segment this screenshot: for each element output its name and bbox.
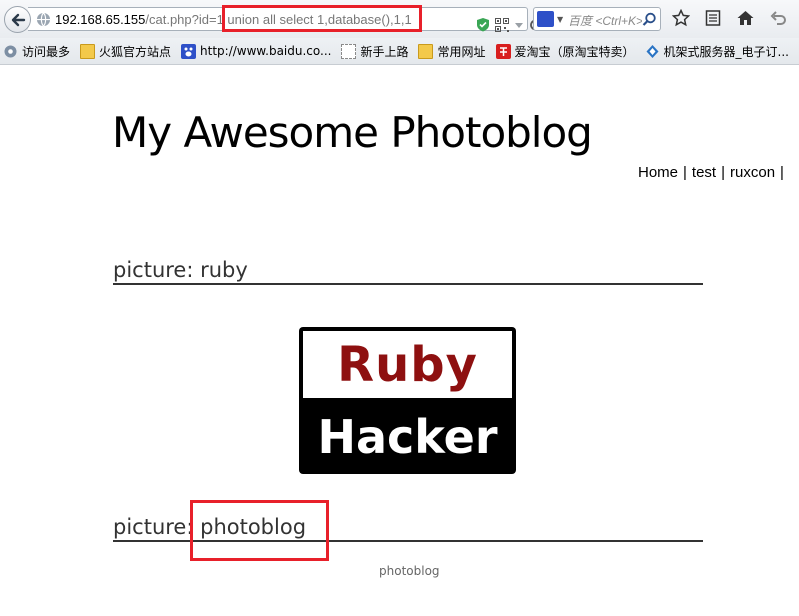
back-arrow-icon [11,13,25,26]
site-menu: Home | test | ruxcon | [638,164,784,181]
bookmark-label: 访问最多 [22,44,71,59]
bookmark-label: 爱淘宝（原淘宝特卖） [514,44,635,59]
menu-separator: | [780,164,784,181]
globe-icon [36,12,51,27]
bookmark-label: 机架式服务器_电子订... [663,44,789,59]
dropdown-arrow-icon[interactable] [514,18,524,32]
bookmark-item[interactable]: 爱淘宝（原淘宝特卖） [495,43,635,60]
menu-separator: | [721,164,726,181]
back-button[interactable] [4,6,31,33]
menu-link-ruxcon[interactable]: ruxcon [730,164,775,181]
reading-list-icon[interactable] [705,9,721,27]
logo-bottom-text: Hacker [317,410,498,464]
bookmark-label: http://www.baidu.co... [200,44,332,58]
picture-title-prefix: picture: [113,515,201,539]
url-text[interactable]: 192.168.65.155/cat.php?id=1 union all se… [55,12,412,27]
bookmark-item[interactable]: 访问最多 [3,43,70,60]
qr-code-icon[interactable] [495,17,509,32]
star-icon[interactable] [672,9,690,27]
folder-icon [80,43,96,59]
bookmark-item[interactable]: 常用网址 [418,43,486,60]
bookmark-item[interactable]: 机架式服务器_电子订... [645,43,789,60]
url-host: 192.168.65.155 [55,12,146,27]
bookmark-label: 火狐官方站点 [99,44,172,59]
url-injection: union all select 1,database(),1,1 [223,12,412,27]
search-bar[interactable]: ▼ 百度 <Ctrl+K> [533,7,661,31]
search-icon[interactable] [642,12,657,27]
menu-separator: | [683,164,687,181]
chevron-down-icon[interactable]: ▼ [557,15,563,24]
undo-icon[interactable] [770,9,788,27]
picture-title-value: photoblog [200,515,307,539]
taobao-icon [495,43,511,59]
menu-link-test[interactable]: test [692,164,716,181]
picture-title-ruby: picture: ruby [113,258,703,285]
bookmark-item[interactable]: 火狐官方站点 [80,43,171,60]
nav-tools [672,9,788,27]
page-icon [341,43,357,59]
site-title: My Awesome Photoblog [112,108,593,157]
gear-icon [4,45,17,57]
picture-title-photoblog: picture: photoblog [113,515,703,542]
url-path: /cat.php?id=1 [145,12,224,27]
logo-top-text: Ruby [303,331,512,398]
ruby-hacker-logo: Ruby Hacker [299,327,516,474]
baidu-icon [181,43,197,59]
picture-caption: photoblog [379,564,440,578]
search-input[interactable]: 百度 <Ctrl+K> [568,12,642,29]
diamond-icon [646,44,659,58]
bookmark-item[interactable]: http://www.baidu.co... [181,43,332,59]
home-icon[interactable] [736,9,755,27]
shield-icon[interactable] [476,17,490,32]
folder-icon [418,43,434,59]
bookmark-label: 常用网址 [437,44,486,59]
menu-link-home[interactable]: Home [638,164,678,181]
bookmarks-bar: 访问最多 火狐官方站点 http://www.baidu.co... 新手上路 … [0,38,799,65]
bookmark-label: 新手上路 [360,44,409,59]
bookmark-item[interactable]: 新手上路 [341,43,408,60]
baidu-icon[interactable] [537,11,554,27]
address-bar[interactable]: 192.168.65.155/cat.php?id=1 union all se… [28,7,541,32]
browser-navbar: 192.168.65.155/cat.php?id=1 union all se… [0,0,799,38]
